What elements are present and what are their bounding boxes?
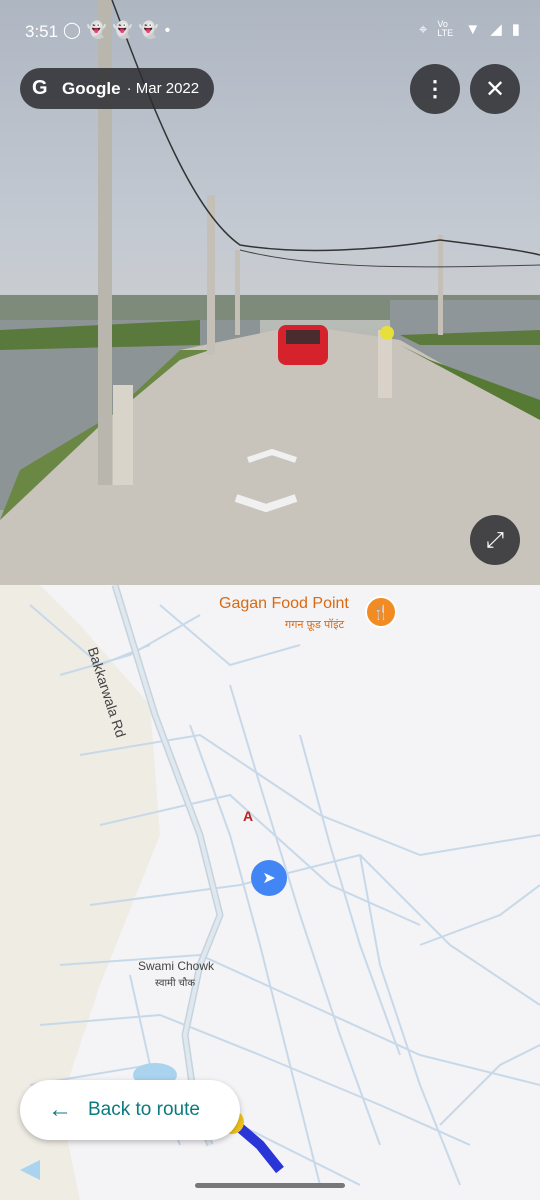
street-view-attribution: G Google · Mar 2022 (20, 68, 214, 109)
expand-icon: ⤢ (486, 527, 504, 552)
route-start-marker: A (243, 808, 254, 824)
dot-icon: • (164, 22, 177, 39)
brand-label: Google (62, 78, 121, 98)
restaurant-pin-icon[interactable]: 🍴 (365, 596, 397, 628)
current-location-icon[interactable]: ➤ (251, 860, 287, 896)
snapchat-icon: 👻 (112, 22, 139, 39)
volte-icon: Vo LTE (437, 19, 454, 38)
close-icon: ✕ (484, 75, 506, 103)
poi-name[interactable]: Gagan Food Point (219, 595, 349, 613)
more-options-button[interactable]: ⋮ (410, 64, 460, 114)
arrow-left-icon: ← (48, 1096, 72, 1123)
google-g-icon: G (32, 77, 48, 99)
battery-icon: ▮ (511, 21, 520, 38)
place-label: Swami Chowk (138, 959, 215, 973)
location-icon: ⌖ (418, 20, 428, 38)
whatsapp-icon: ◯ (63, 22, 87, 39)
notification-icons: ◯👻👻👻• (63, 20, 176, 40)
capture-date: · Mar 2022 (126, 80, 200, 97)
snapchat-icon: 👻 (86, 22, 113, 39)
home-indicator[interactable] (195, 1183, 345, 1188)
close-button[interactable]: ✕ (470, 64, 520, 114)
status-time: 3:51 (25, 22, 59, 41)
back-to-route-label: Back to route (88, 1099, 200, 1120)
system-icons: ⌖ Vo LTE ▼ ◢ ▮ (418, 19, 520, 39)
signal-icon: ◢ (490, 21, 502, 38)
place-sublabel: स्वामी चौक (155, 978, 196, 989)
status-bar: 3:51 ◯👻👻👻• ⌖ Vo LTE ▼ ◢ ▮ (0, 0, 540, 60)
poi-subname: गगन फ़ूड पॉइंट (285, 619, 345, 631)
more-vert-icon: ⋮ (424, 76, 446, 101)
back-to-route-button[interactable]: ← Back to route (20, 1080, 240, 1140)
snapchat-icon: 👻 (138, 22, 165, 39)
wifi-icon: ▼ (465, 20, 481, 38)
expand-button[interactable]: ⤢ (470, 515, 520, 565)
street-view-panorama[interactable]: 3:51 ◯👻👻👻• ⌖ Vo LTE ▼ ◢ ▮ G Google · Mar… (0, 0, 540, 585)
map-view[interactable]: Gagan Food Point गगन फ़ूड पॉइंट 🍴 Bakkar… (0, 585, 540, 1200)
